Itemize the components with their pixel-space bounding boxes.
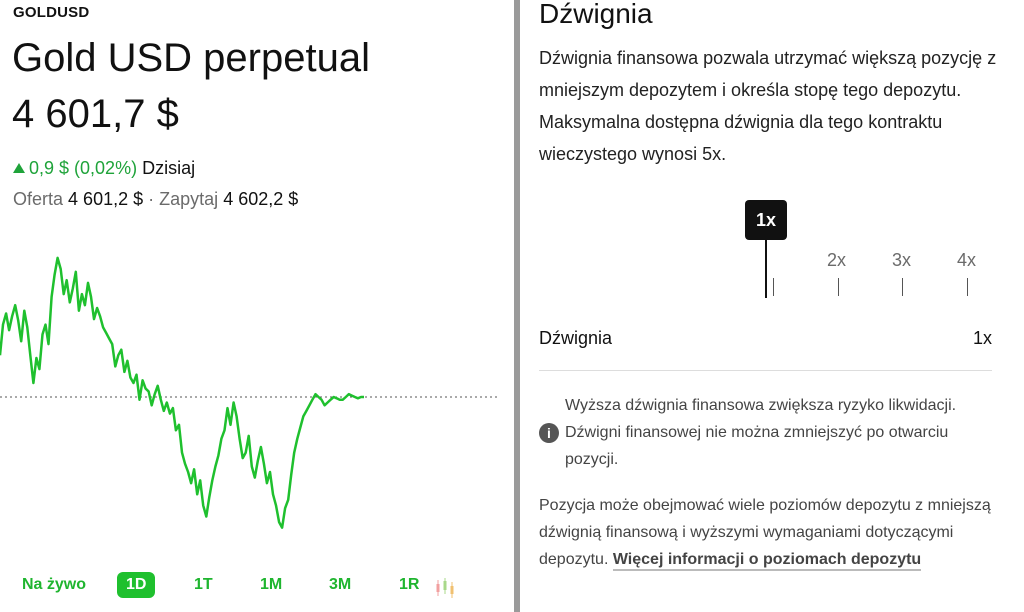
slider-label-4x[interactable]: 4x — [957, 250, 976, 271]
range-1d[interactable]: 1D — [117, 572, 156, 598]
time-range-selector: Na żywo 1D 1T 1M 3M 1R — [0, 572, 500, 606]
leverage-row-label: Dźwignia — [539, 328, 613, 348]
range-1m[interactable]: 1M — [260, 576, 282, 594]
slider-tick-1x[interactable] — [773, 278, 774, 296]
leverage-title: Dźwignia — [539, 0, 653, 29]
slider-tick-3x[interactable] — [902, 278, 903, 296]
price-series-line — [0, 256, 364, 529]
price-change: 0,9 $ (0,02%) — [29, 158, 138, 178]
range-live[interactable]: Na żywo — [22, 576, 86, 594]
slider-label-2x[interactable]: 2x — [827, 250, 846, 271]
change-period: Dzisiaj — [142, 158, 196, 178]
slider-label-3x[interactable]: 3x — [892, 250, 911, 271]
range-3m[interactable]: 3M — [329, 576, 351, 594]
asset-panel: GOLDUSD Gold USD perpetual 4 601,7 $ 0,9… — [0, 0, 512, 612]
candlestick-icon[interactable] — [434, 578, 456, 598]
ticker-symbol: GOLDUSD — [13, 4, 90, 21]
liquidation-warning: Wyższa dźwignia finansowa zwiększa ryzyk… — [565, 397, 957, 468]
slider-tick-2x[interactable] — [838, 278, 839, 296]
row-divider — [539, 370, 992, 371]
bid-value: 4 601,2 $ — [68, 189, 144, 209]
price-change-row: 0,9 $ (0,02%) Dzisiaj — [13, 158, 195, 179]
ask-label: Zapytaj — [159, 189, 219, 209]
margin-tiers-link[interactable]: Więcej informacji o poziomach depozytu — [612, 551, 922, 571]
leverage-summary-row: Dźwignia 1x — [539, 326, 992, 356]
leverage-row-value: 1x — [972, 328, 992, 348]
ask-value: 4 602,2 $ — [223, 189, 299, 209]
margin-tiers-info: Pozycja może obejmować wiele poziomów de… — [539, 492, 994, 573]
price-chart[interactable] — [0, 230, 500, 550]
leverage-selected-badge[interactable]: 1x — [745, 200, 787, 240]
slider-handle[interactable] — [765, 240, 767, 298]
info-icon: i — [539, 423, 559, 443]
up-arrow-icon — [13, 163, 25, 173]
slider-tick-4x[interactable] — [967, 278, 968, 296]
current-price: 4 601,7 $ — [12, 92, 179, 136]
leverage-description: Dźwignia finansowa pozwala utrzymać więk… — [539, 48, 997, 164]
bid-label: Oferta — [13, 189, 64, 209]
asset-title: Gold USD perpetual — [12, 36, 370, 80]
leverage-slider[interactable]: 1x 2x 3x 4x — [520, 198, 1024, 302]
range-1y[interactable]: 1R — [399, 576, 419, 594]
range-1w[interactable]: 1T — [194, 576, 213, 594]
separator-dot: · — [148, 189, 155, 209]
bid-ask-row: Oferta 4 601,2 $ · Zapytaj 4 602,2 $ — [13, 189, 298, 210]
leverage-panel: Dźwignia Dźwignia finansowa pozwala utrz… — [520, 0, 1024, 612]
